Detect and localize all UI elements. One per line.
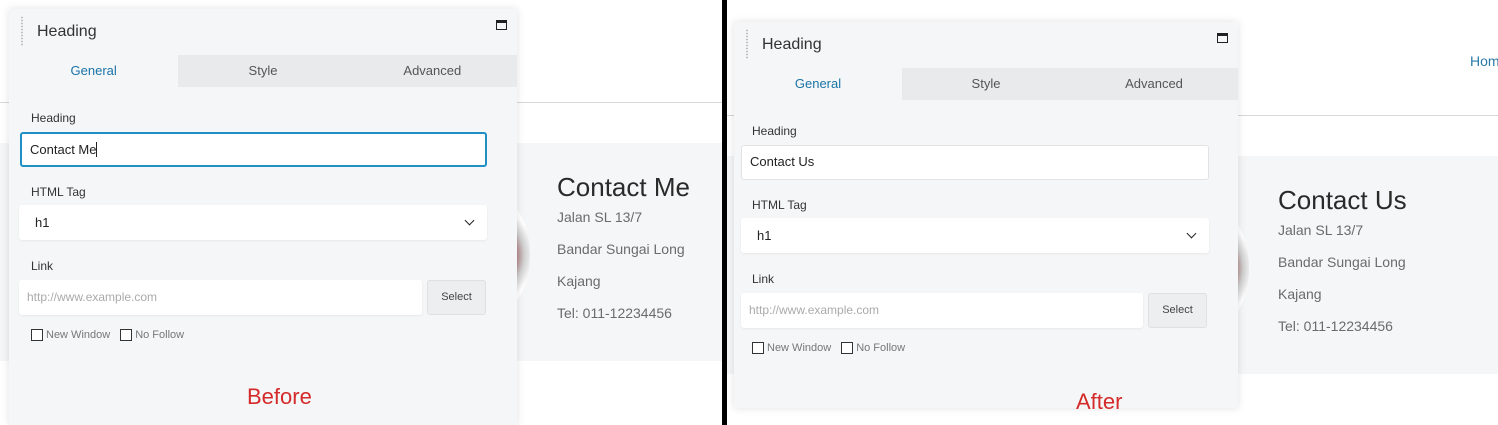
link-label: Link (752, 272, 775, 286)
contact-phone: Tel: 011-12234456 (557, 305, 672, 321)
panel-header[interactable]: Heading (9, 9, 517, 55)
chevron-down-icon (1186, 228, 1197, 239)
new-window-option[interactable]: New Window (752, 342, 831, 354)
new-window-label: New Window (767, 342, 832, 354)
tab-advanced[interactable]: Advanced (1070, 68, 1238, 100)
heading-input-value: Contact Me (30, 142, 97, 157)
heading-field-label: Heading (31, 111, 76, 125)
no-follow-label: No Follow (856, 342, 906, 354)
heading-settings-panel: Heading General Style Advanced Heading C… (734, 22, 1238, 408)
html-tag-value: h1 (35, 215, 50, 230)
new-window-option[interactable]: New Window (31, 329, 110, 341)
contact-heading: Contact Us (1278, 185, 1407, 215)
contact-address-line-2: Bandar Sungai Long (1278, 254, 1406, 270)
contact-address-line-3: Kajang (557, 273, 601, 289)
html-tag-value: h1 (757, 228, 772, 243)
heading-input[interactable]: Contact Us (741, 145, 1209, 180)
nav-home-link[interactable]: Hom (1470, 53, 1498, 69)
before-screenshot: Contact Me Jalan SL 13/7 Bandar Sungai L… (0, 0, 722, 425)
no-follow-option[interactable]: No Follow (841, 342, 905, 354)
drag-handle-icon[interactable] (20, 16, 24, 46)
link-input[interactable]: http://www.example.com (741, 293, 1143, 328)
tab-general[interactable]: General (734, 68, 902, 100)
tab-general[interactable]: General (9, 55, 179, 87)
after-screenshot: Hom Contact Us Jalan SL 13/7 Bandar Sung… (727, 0, 1498, 425)
html-tag-label: HTML Tag (752, 198, 807, 212)
new-window-label: New Window (46, 329, 111, 341)
link-options: New Window No Follow (752, 342, 915, 354)
link-options: New Window No Follow (31, 329, 194, 341)
html-tag-select[interactable]: h1 (741, 218, 1209, 253)
html-tag-label: HTML Tag (31, 185, 86, 199)
panel-title: Heading (37, 23, 97, 40)
chevron-down-icon (464, 215, 475, 226)
heading-field-label: Heading (752, 124, 797, 138)
no-follow-label: No Follow (135, 329, 185, 341)
panel-header[interactable]: Heading (734, 22, 1238, 68)
link-select-button[interactable]: Select (427, 280, 486, 315)
maximize-icon[interactable] (496, 20, 507, 30)
heading-input[interactable]: Contact Me (20, 132, 487, 167)
contact-address-line-2: Bandar Sungai Long (557, 241, 685, 257)
tab-style[interactable]: Style (902, 68, 1070, 100)
contact-address-line-1: Jalan SL 13/7 (1278, 222, 1364, 238)
panel-tabs: General Style Advanced (734, 68, 1238, 100)
no-follow-option[interactable]: No Follow (120, 329, 184, 341)
heading-settings-panel: Heading General Style Advanced Heading C… (9, 9, 517, 425)
new-window-checkbox[interactable] (31, 329, 43, 341)
panel-title: Heading (762, 36, 822, 53)
link-label: Link (31, 259, 54, 273)
tab-advanced[interactable]: Advanced (348, 55, 517, 87)
link-input[interactable]: http://www.example.com (19, 280, 422, 315)
contact-address-line-1: Jalan SL 13/7 (557, 209, 643, 225)
html-tag-select[interactable]: h1 (19, 205, 487, 240)
no-follow-checkbox[interactable] (841, 342, 854, 354)
contact-block: Contact Me Jalan SL 13/7 Bandar Sungai L… (557, 172, 690, 337)
text-cursor (96, 142, 98, 157)
panel-tabs: General Style Advanced (9, 55, 517, 87)
contact-address-line-3: Kajang (1278, 286, 1322, 302)
heading-input-value: Contact Us (750, 154, 815, 169)
drag-handle-icon[interactable] (745, 29, 749, 59)
contact-phone: Tel: 011-12234456 (1278, 318, 1393, 334)
no-follow-checkbox[interactable] (120, 329, 133, 341)
contact-heading: Contact Me (557, 172, 690, 202)
after-caption: After (1076, 389, 1123, 414)
before-caption: Before (247, 384, 312, 409)
contact-block: Contact Us Jalan SL 13/7 Bandar Sungai L… (1278, 185, 1407, 350)
new-window-checkbox[interactable] (752, 342, 764, 354)
maximize-icon[interactable] (1217, 33, 1228, 43)
link-select-button[interactable]: Select (1148, 293, 1207, 328)
tab-style[interactable]: Style (178, 55, 347, 87)
